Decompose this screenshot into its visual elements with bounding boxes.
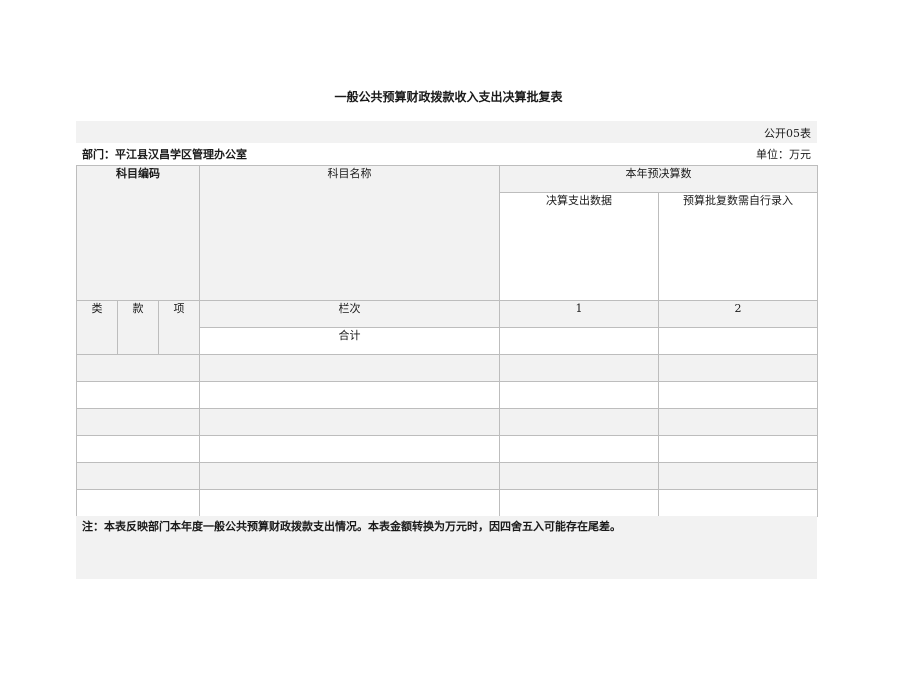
row-name [199, 381, 500, 409]
header-item: 项 [158, 300, 200, 355]
row-col2 [658, 381, 818, 409]
form-code-row: 公开05表 [76, 121, 817, 143]
department-row: 部门：平江县汉昌学区管理办公室 单位：万元 [76, 143, 817, 165]
header-current-year: 本年预决算数 [499, 165, 818, 193]
row-code [76, 489, 200, 517]
row-col2 [658, 462, 818, 490]
header-subject-name: 科目名称 [199, 165, 500, 301]
total-label: 合计 [199, 327, 500, 355]
header-class: 类 [76, 300, 118, 355]
table-row [76, 435, 818, 463]
form-code: 公开05表 [764, 127, 811, 140]
table-row [76, 462, 818, 490]
row-code [76, 435, 200, 463]
row-code [76, 408, 200, 436]
row-col1 [499, 435, 659, 463]
table-row [76, 408, 818, 436]
footnote-text: 注：本表反映部门本年度一般公共预算财政拨款支出情况。本表金额转换为万元时，因四舍… [82, 520, 621, 533]
row-name [199, 462, 500, 490]
total-col2 [658, 327, 818, 355]
row-col2 [658, 354, 818, 382]
row-col1 [499, 489, 659, 517]
row-col1 [499, 462, 659, 490]
table-row [76, 489, 818, 517]
header-approved-figure: 预算批复数需自行录入 [658, 192, 818, 301]
row-col2 [658, 489, 818, 517]
document-title: 一般公共预算财政拨款收入支出决算批复表 [334, 90, 563, 104]
header-subject-code: 科目编码 [76, 165, 200, 301]
header-col2: 2 [658, 300, 818, 328]
header-col1: 1 [499, 300, 659, 328]
header-column-no: 栏次 [199, 300, 500, 328]
row-col2 [658, 408, 818, 436]
row-name [199, 435, 500, 463]
row-col1 [499, 354, 659, 382]
row-col1 [499, 381, 659, 409]
row-name [199, 354, 500, 382]
row-code [76, 462, 200, 490]
row-name [199, 408, 500, 436]
budget-table: 科目编码 科目名称 本年预决算数 决算支出数据 预算批复数需自行录入 类 款 项… [76, 165, 818, 517]
row-col1 [499, 408, 659, 436]
header-final-expenditure: 决算支出数据 [499, 192, 659, 301]
table-row [76, 381, 818, 409]
unit-label: 单位：万元 [756, 148, 811, 161]
table-row [76, 354, 818, 382]
header-section: 款 [117, 300, 159, 355]
total-col1 [499, 327, 659, 355]
row-code [76, 381, 200, 409]
row-name [199, 489, 500, 517]
row-code [76, 354, 200, 382]
footnote-box: 注：本表反映部门本年度一般公共预算财政拨款支出情况。本表金额转换为万元时，因四舍… [76, 516, 817, 579]
row-col2 [658, 435, 818, 463]
department-label: 部门：平江县汉昌学区管理办公室 [82, 148, 247, 161]
